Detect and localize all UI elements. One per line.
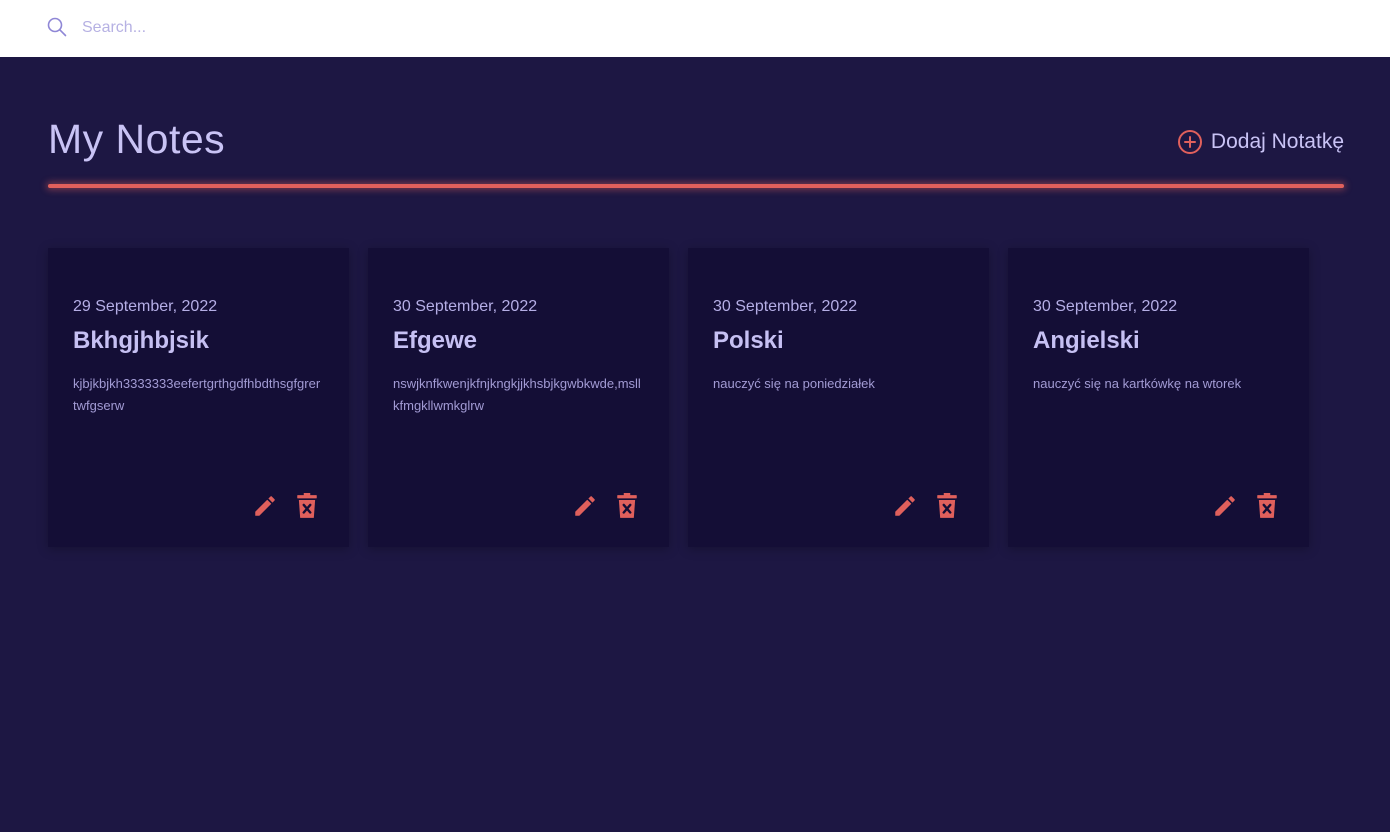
edit-note-button[interactable] (892, 493, 918, 519)
note-card: 29 September, 2022 Bkhgjhbjsik kjbjkbjkh… (48, 248, 349, 547)
search-icon[interactable] (47, 17, 67, 37)
note-date: 30 September, 2022 (393, 298, 538, 315)
edit-note-button[interactable] (572, 493, 598, 519)
search-bar (0, 0, 1390, 57)
page-title: My Notes (48, 116, 226, 162)
note-actions (572, 493, 640, 519)
header-divider (48, 184, 1344, 188)
delete-note-button[interactable] (934, 493, 960, 519)
note-title: Efgewe (393, 327, 478, 354)
edit-pencil-icon (895, 496, 915, 516)
note-body: nauczyć się na kartkówkę na wtorek (1033, 376, 1242, 391)
delete-note-button[interactable] (294, 493, 320, 519)
note-body: nauczyć się na poniedziałek (713, 376, 875, 391)
add-note-label: Dodaj Notatkę (1210, 130, 1344, 153)
note-body: nswjknfkwenjkfnjkngkjjkhsbjkgwbkwde,msll… (393, 376, 641, 413)
add-circle-icon (1177, 130, 1202, 154)
note-card: 30 September, 2022 Efgewe nswjknfkwenjkf… (368, 248, 669, 547)
note-title: Bkhgjhbjsik (73, 327, 210, 354)
note-title: Angielski (1033, 327, 1140, 354)
delete-trash-icon (617, 493, 637, 518)
edit-note-button[interactable] (1212, 493, 1238, 519)
delete-trash-icon (937, 493, 957, 518)
note-title: Polski (713, 327, 784, 354)
note-card: 30 September, 2022 Polski nauczyć się na… (688, 248, 989, 547)
add-note-button[interactable]: Dodaj Notatkę (1177, 127, 1344, 157)
delete-note-button[interactable] (614, 493, 640, 519)
note-actions (252, 493, 320, 519)
edit-pencil-icon (1215, 496, 1235, 516)
note-card: 30 September, 2022 Angielski nauczyć się… (1008, 248, 1309, 547)
edit-pencil-icon (255, 496, 275, 516)
note-actions (892, 493, 960, 519)
note-date: 30 September, 2022 (713, 298, 858, 315)
note-date: 29 September, 2022 (73, 298, 218, 315)
notes-grid: 29 September, 2022 Bkhgjhbjsik kjbjkbjkh… (48, 248, 1309, 547)
edit-pencil-icon (575, 496, 595, 516)
edit-note-button[interactable] (252, 493, 278, 519)
note-body: kjbjkbjkh3333333eefertgrthgdfhbdthsgfgre… (73, 376, 321, 413)
delete-note-button[interactable] (1254, 493, 1280, 519)
note-date: 30 September, 2022 (1033, 298, 1178, 315)
delete-trash-icon (297, 493, 317, 518)
note-actions (1212, 493, 1280, 519)
delete-trash-icon (1257, 493, 1277, 518)
search-input[interactable] (82, 14, 682, 42)
